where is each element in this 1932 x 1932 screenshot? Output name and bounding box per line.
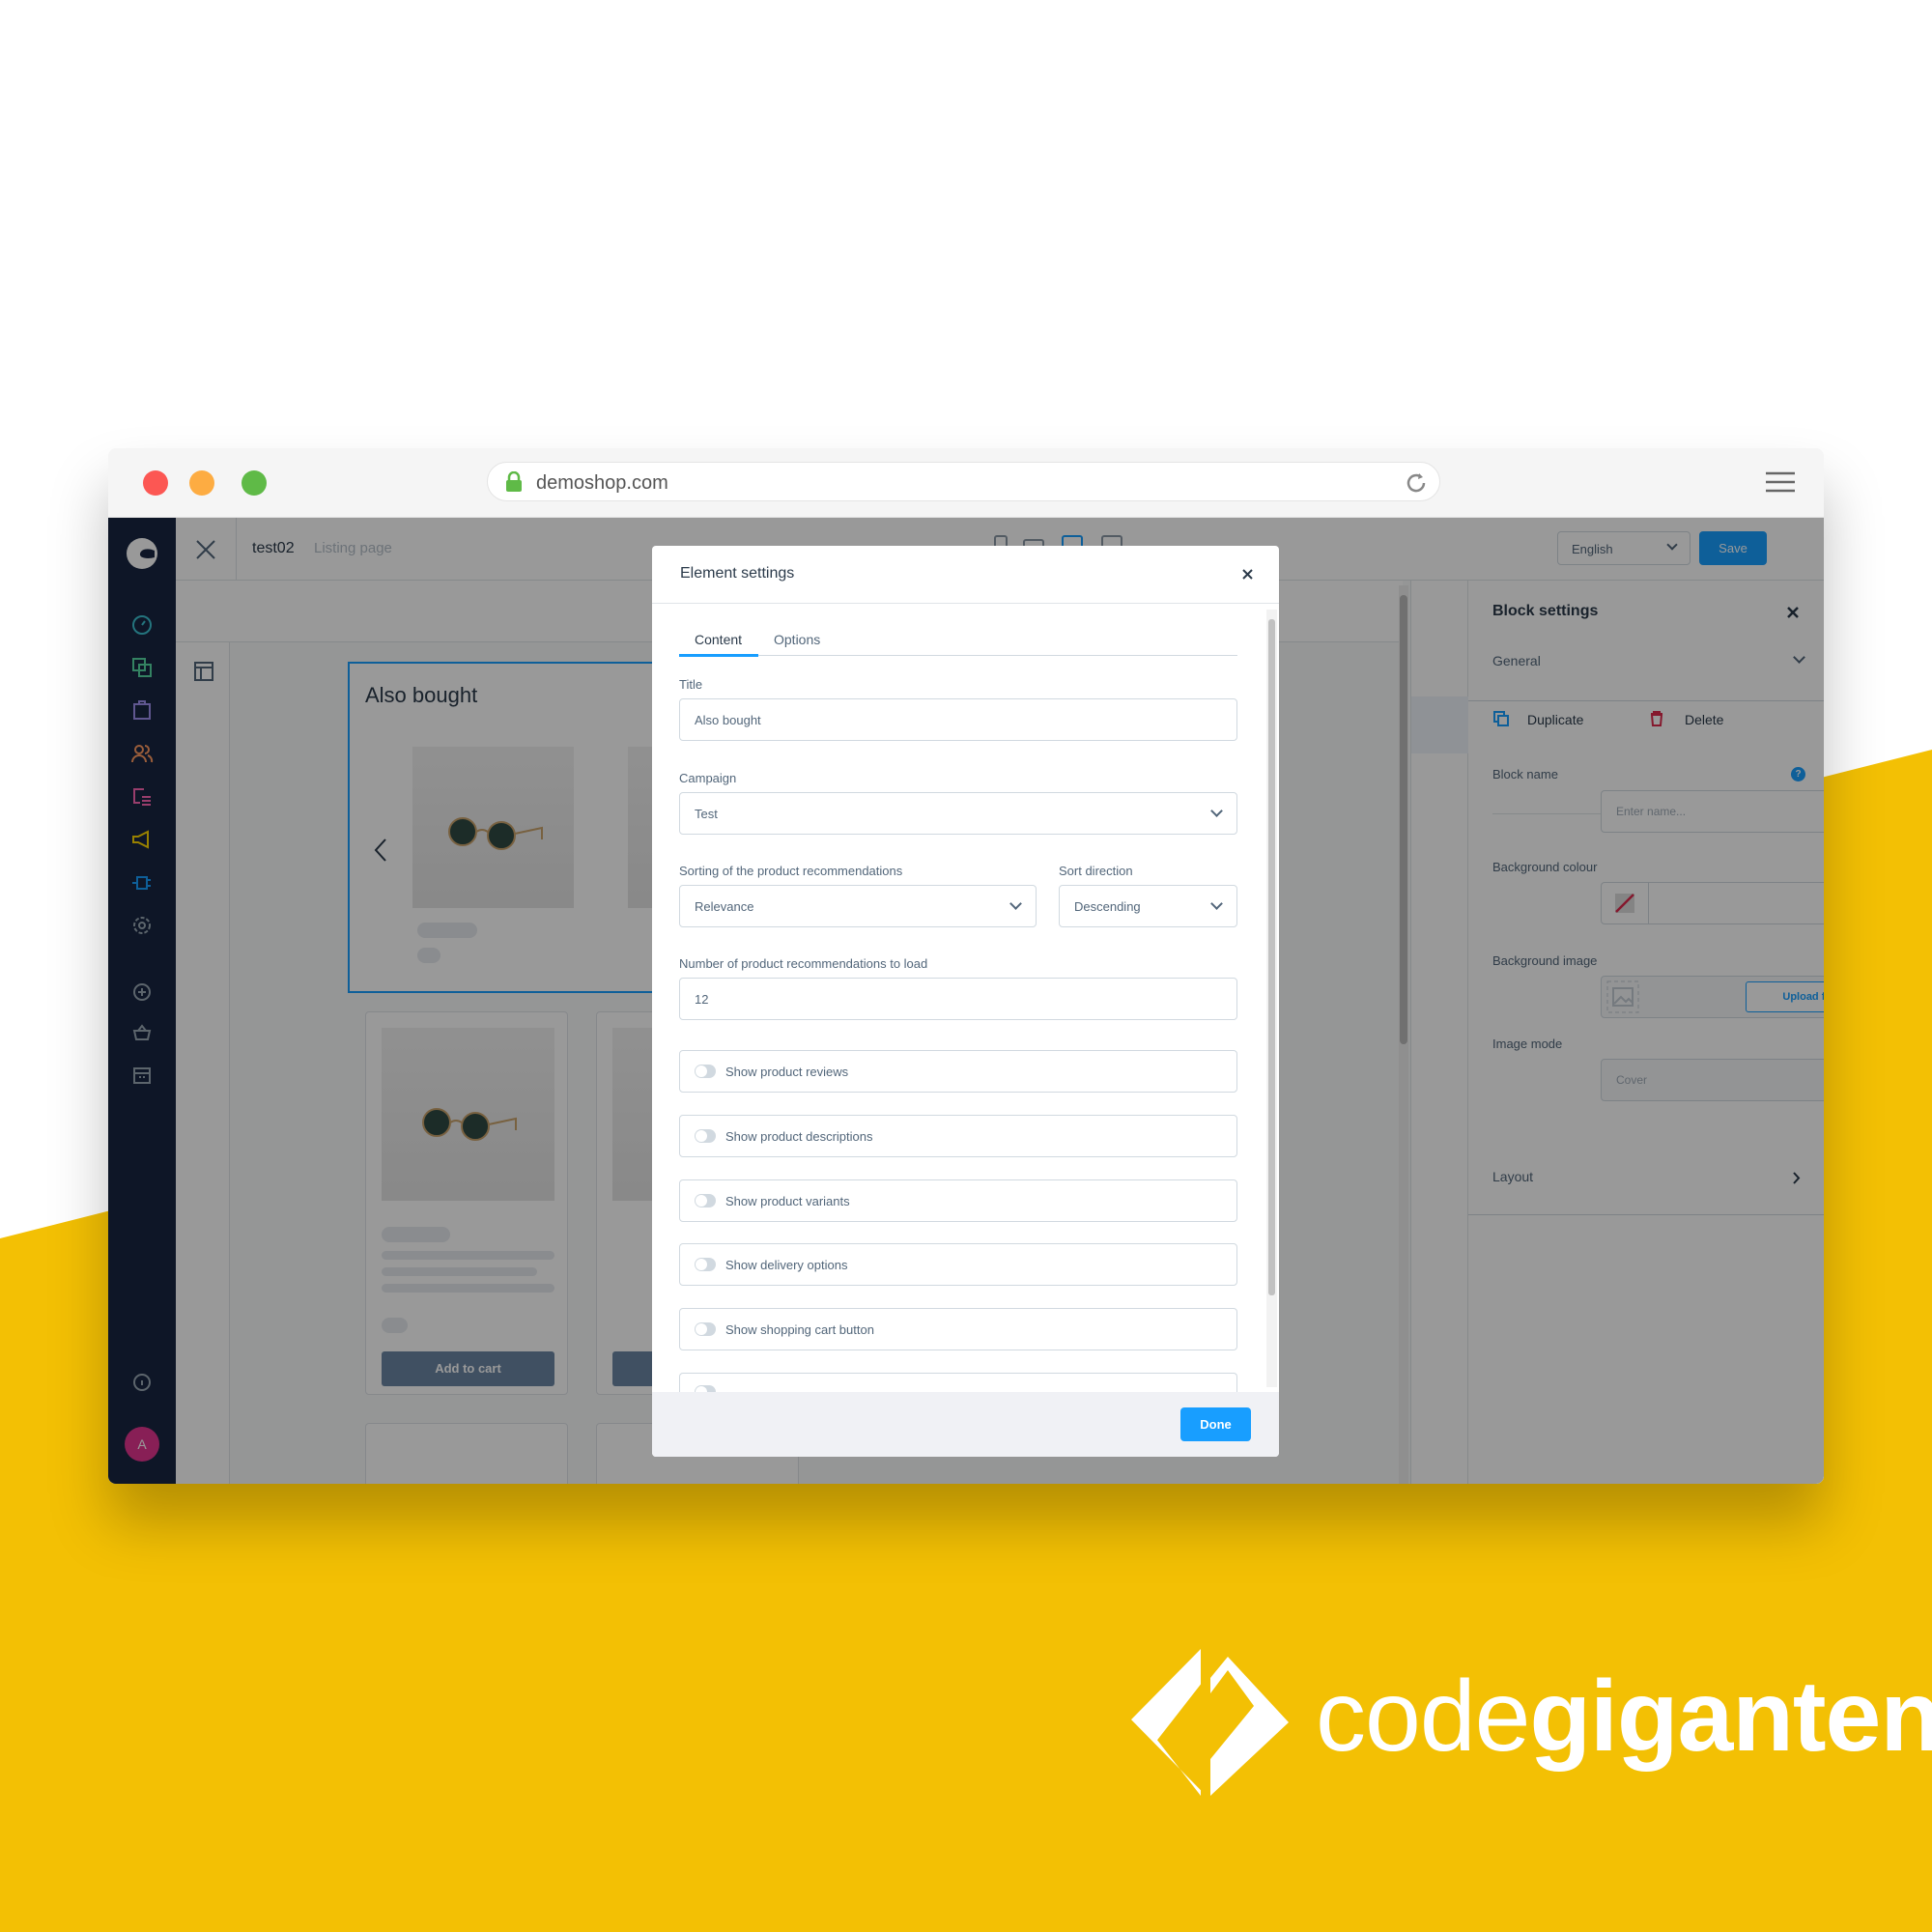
codegiganten-wordmark: codegiganten: [1316, 1660, 1932, 1775]
toggle-switch[interactable]: [695, 1194, 716, 1208]
number-input[interactable]: 12: [679, 978, 1237, 1020]
campaign-label: Campaign: [679, 771, 737, 785]
title-input[interactable]: Also bought: [679, 698, 1237, 741]
reload-icon[interactable]: [1404, 470, 1429, 496]
chevron-down-icon: [1210, 805, 1223, 817]
number-label: Number of product recommendations to loa…: [679, 956, 928, 971]
minimize-window-button[interactable]: [189, 470, 214, 496]
browser-titlebar: demoshop.com: [108, 448, 1824, 518]
toggle-partially-hidden[interactable]: [679, 1373, 1237, 1399]
done-button[interactable]: Done: [1180, 1407, 1251, 1441]
url-bar[interactable]: demoshop.com: [487, 462, 1440, 501]
toggle-show-shopping-cart-button[interactable]: Show shopping cart button: [679, 1308, 1237, 1350]
modal-footer: Done: [652, 1392, 1279, 1457]
divider: [652, 603, 1279, 604]
maximize-window-button[interactable]: [242, 470, 267, 496]
toggle-show-delivery-options[interactable]: Show delivery options: [679, 1243, 1237, 1286]
wordmark-bold: giganten: [1529, 1661, 1932, 1773]
toggle-switch[interactable]: [695, 1258, 716, 1271]
sorting-select[interactable]: Relevance: [679, 885, 1037, 927]
toggle-switch[interactable]: [695, 1129, 716, 1143]
codegiganten-logo-icon: [1131, 1649, 1289, 1796]
toggle-switch[interactable]: [695, 1322, 716, 1336]
toggle-label: Show product variants: [725, 1194, 850, 1208]
active-tab-indicator: [679, 654, 758, 657]
lock-icon: [506, 471, 522, 492]
close-icon[interactable]: [1242, 569, 1253, 580]
sorting-label: Sorting of the product recommendations: [679, 864, 903, 878]
toggle-show-product-variants[interactable]: Show product variants: [679, 1179, 1237, 1222]
tabs-divider: [679, 655, 1237, 656]
title-label: Title: [679, 677, 703, 692]
tab-content[interactable]: Content: [695, 632, 742, 647]
toggle-label: Show delivery options: [725, 1258, 848, 1272]
sort-direction-value: Descending: [1074, 899, 1141, 914]
toggle-label: Show shopping cart button: [725, 1322, 874, 1337]
toggle-show-product-reviews[interactable]: Show product reviews: [679, 1050, 1237, 1093]
toggle-show-product-descriptions[interactable]: Show product descriptions: [679, 1115, 1237, 1157]
toggle-switch[interactable]: [695, 1065, 716, 1078]
modal-scrollbar[interactable]: [1266, 610, 1277, 1387]
hamburger-menu-icon[interactable]: [1766, 471, 1795, 493]
chevron-down-icon: [1009, 897, 1022, 910]
sorting-value: Relevance: [695, 899, 754, 914]
modal-title: Element settings: [680, 565, 795, 582]
toggle-label: Show product descriptions: [725, 1129, 873, 1144]
sort-direction-label: Sort direction: [1059, 864, 1133, 878]
toggle-label: Show product reviews: [725, 1065, 849, 1079]
close-window-button[interactable]: [143, 470, 168, 496]
campaign-select[interactable]: Test: [679, 792, 1237, 835]
chevron-down-icon: [1210, 897, 1223, 910]
sort-direction-select[interactable]: Descending: [1059, 885, 1237, 927]
campaign-value: Test: [695, 807, 718, 821]
tab-options[interactable]: Options: [774, 632, 820, 647]
wordmark-light: code: [1316, 1661, 1531, 1773]
url-text: demoshop.com: [536, 472, 668, 494]
